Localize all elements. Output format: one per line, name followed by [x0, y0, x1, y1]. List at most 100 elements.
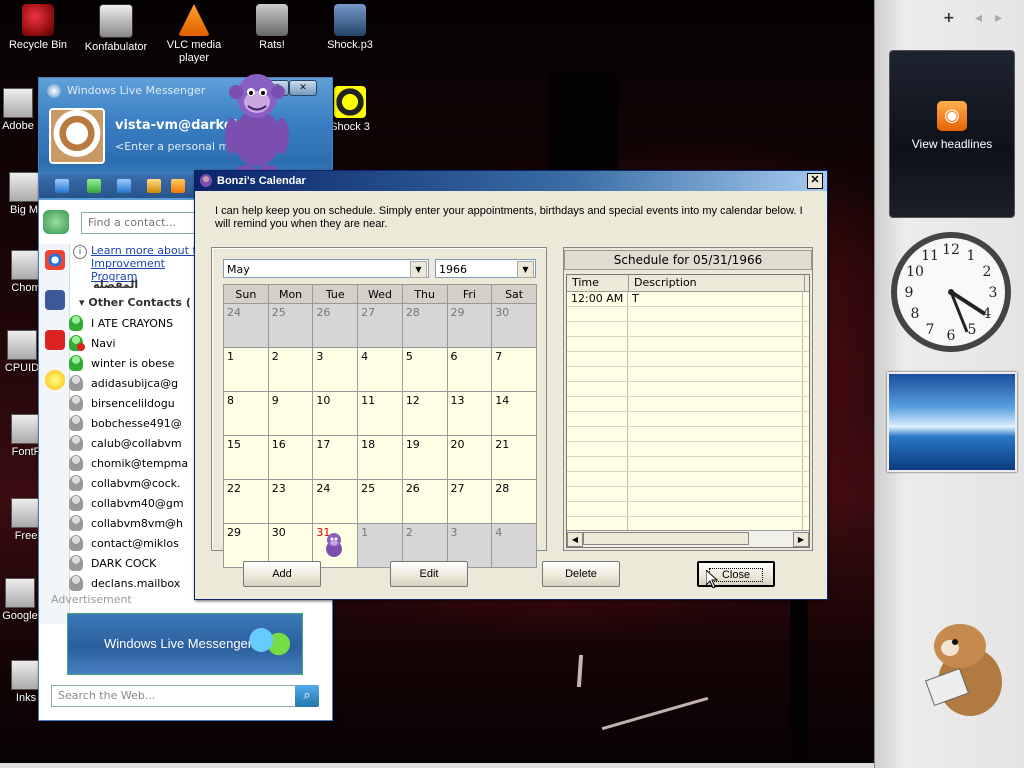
delete-button[interactable]: Delete — [542, 561, 620, 587]
day-cell[interactable]: 20 — [446, 435, 493, 480]
day-cell[interactable]: 5 — [401, 347, 448, 392]
day-cell[interactable]: 6 — [446, 347, 493, 392]
favorites-group-header[interactable]: المفضلة — [93, 278, 138, 291]
web-search-input[interactable]: Search the Web... — [51, 685, 301, 707]
day-cell[interactable]: 4 — [491, 523, 537, 568]
facebook-icon[interactable] — [45, 290, 65, 310]
next-gadget-icon[interactable]: ▸ — [995, 10, 1002, 26]
user-avatar[interactable] — [49, 108, 105, 164]
day-cell[interactable]: 21 — [491, 435, 537, 480]
day-cell[interactable]: 8 — [223, 391, 269, 436]
day-cell[interactable]: 19 — [401, 435, 448, 480]
schedule-empty-row[interactable] — [567, 367, 809, 382]
youtube-icon[interactable] — [45, 330, 65, 350]
desktop-icon-vlc[interactable]: VLC media player — [154, 4, 234, 65]
schedule-list[interactable]: Time Description 12:00 AM T ◀ ▶ — [566, 274, 810, 548]
search-button[interactable]: ⌕ — [295, 685, 319, 707]
games-icon[interactable] — [147, 179, 161, 193]
calendar-title-bar[interactable]: Bonzi's Calendar ✕ — [195, 171, 827, 191]
ad-banner[interactable]: Windows Live Messenger — [67, 613, 303, 675]
schedule-empty-row[interactable] — [567, 442, 809, 457]
clock-gadget[interactable]: 12 12 345 678 91011 — [889, 230, 1013, 354]
chevron-down-icon[interactable]: ▼ — [517, 261, 534, 278]
day-cell[interactable]: 2 — [267, 347, 314, 392]
day-cell[interactable]: 26 — [401, 479, 448, 524]
contact-item[interactable]: I ATE CRAYONS — [69, 315, 173, 331]
day-cell[interactable]: 25 — [267, 303, 314, 348]
day-cell[interactable]: 26 — [312, 303, 359, 348]
day-cell[interactable]: 10 — [312, 391, 359, 436]
schedule-empty-row[interactable] — [567, 457, 809, 472]
scroll-left-icon[interactable]: ◀ — [567, 532, 583, 547]
slideshow-gadget[interactable] — [887, 372, 1017, 472]
day-cell[interactable]: 4 — [357, 347, 403, 392]
sun-icon[interactable] — [45, 370, 65, 390]
schedule-empty-row[interactable] — [567, 412, 809, 427]
mail-icon[interactable] — [55, 179, 69, 193]
schedule-empty-row[interactable] — [567, 487, 809, 502]
chevron-down-icon[interactable]: ▼ — [410, 261, 427, 278]
day-cell[interactable]: 14 — [491, 391, 537, 436]
contact-item[interactable]: collabvm8vm@h — [69, 515, 183, 531]
column-header-time[interactable]: Time — [567, 275, 629, 291]
scroll-right-icon[interactable]: ▶ — [793, 532, 809, 547]
day-cell[interactable]: 12 — [401, 391, 448, 436]
day-cell[interactable]: 24 — [223, 303, 269, 348]
day-cell[interactable]: 1 — [223, 347, 269, 392]
schedule-empty-row[interactable] — [567, 397, 809, 412]
day-cell[interactable]: 24 — [312, 479, 359, 524]
prev-gadget-icon[interactable]: ◂ — [975, 10, 982, 26]
add-button[interactable]: Add — [243, 561, 321, 587]
schedule-empty-row[interactable] — [567, 472, 809, 487]
day-cell[interactable]: 23 — [267, 479, 314, 524]
contact-item[interactable]: bobchesse491@ — [69, 415, 182, 431]
desktop-icon-recycle-bin[interactable]: Recycle Bin — [0, 4, 78, 52]
contact-item[interactable]: contact@miklos — [69, 535, 179, 551]
contact-item[interactable]: DARK COCK — [69, 555, 156, 571]
schedule-entry[interactable]: 12:00 AM T — [567, 292, 809, 307]
day-cell[interactable]: 29 — [446, 303, 493, 348]
day-cell[interactable]: 7 — [491, 347, 537, 392]
day-cell[interactable]: 25 — [357, 479, 403, 524]
day-cell[interactable]: 30 — [491, 303, 537, 348]
contact-item[interactable]: chomik@tempma — [69, 455, 188, 471]
bonzi-buddy-character[interactable] — [218, 66, 296, 176]
day-cell[interactable]: 17 — [312, 435, 359, 480]
schedule-empty-row[interactable] — [567, 322, 809, 337]
contact-item[interactable]: declans.mailbox — [69, 575, 180, 591]
schedule-empty-row[interactable] — [567, 337, 809, 352]
chrome-icon[interactable] — [45, 250, 65, 270]
desktop-icon-shock[interactable]: Shock.p3 — [310, 4, 390, 52]
add-gadget-button[interactable]: + — [943, 10, 955, 26]
contact-item[interactable]: adidasubijca@g — [69, 375, 178, 391]
add-contact-icon[interactable] — [43, 210, 69, 234]
column-header-description[interactable]: Description — [629, 275, 805, 291]
schedule-empty-row[interactable] — [567, 427, 809, 442]
horizontal-scrollbar[interactable]: ◀ ▶ — [567, 530, 809, 547]
day-cell[interactable]: 27 — [357, 303, 403, 348]
schedule-empty-row[interactable] — [567, 502, 809, 517]
contact-item[interactable]: Navi — [69, 335, 116, 351]
contact-item[interactable]: winter is obese — [69, 355, 174, 371]
day-cell[interactable]: 18 — [357, 435, 403, 480]
contacts-icon[interactable] — [87, 179, 101, 193]
day-cell[interactable]: 11 — [357, 391, 403, 436]
day-cell[interactable]: 22 — [223, 479, 269, 524]
year-select[interactable]: 1966 ▼ — [435, 259, 536, 278]
desktop-icon-rats[interactable]: Rats! — [232, 4, 312, 52]
scroll-thumb[interactable] — [583, 532, 749, 545]
day-cell[interactable]: 27 — [446, 479, 493, 524]
spaces-icon[interactable] — [171, 179, 185, 193]
day-cell[interactable]: 15 — [223, 435, 269, 480]
contact-item[interactable]: birsencelildogu — [69, 395, 175, 411]
media-icon[interactable] — [117, 179, 131, 193]
schedule-empty-row[interactable] — [567, 382, 809, 397]
window-close-button[interactable]: ✕ — [807, 173, 823, 189]
edit-button[interactable]: Edit — [390, 561, 468, 587]
schedule-empty-row[interactable] — [567, 352, 809, 367]
feed-headlines-gadget[interactable]: ◉ View headlines — [889, 50, 1015, 218]
day-cell[interactable]: 9 — [267, 391, 314, 436]
day-cell[interactable]: 13 — [446, 391, 493, 436]
desktop-icon-konfabulator[interactable]: Konfabulator — [76, 4, 156, 54]
contact-item[interactable]: calub@collabvm — [69, 435, 182, 451]
